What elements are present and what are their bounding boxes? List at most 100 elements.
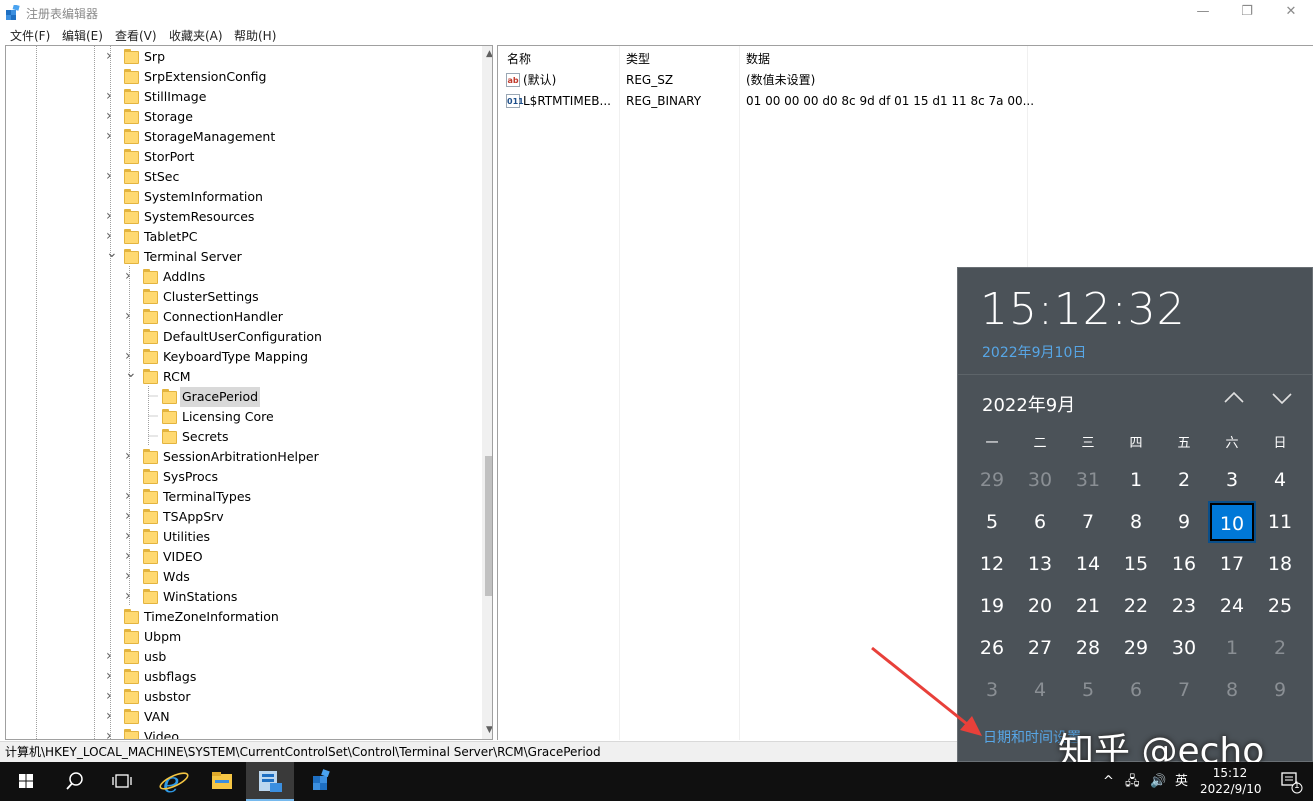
value-row[interactable]: ab (默认) REG_SZ (数值未设置)	[498, 70, 1313, 91]
calendar-day[interactable]: 6	[1114, 671, 1158, 709]
tree-node[interactable]: SrpExtensionConfig	[6, 67, 476, 87]
calendar-day[interactable]: 13	[1018, 545, 1062, 583]
calendar-day[interactable]: 23	[1162, 587, 1206, 625]
calendar-day[interactable]: 19	[970, 587, 1014, 625]
calendar-day[interactable]: 28	[1066, 629, 1110, 667]
calendar-long-date[interactable]: 2022年9月10日	[982, 342, 1086, 362]
calendar-day[interactable]: 2	[1258, 629, 1302, 667]
tree-node[interactable]: › ConnectionHandler	[6, 307, 476, 327]
tray-overflow-chevron-icon[interactable]: ^	[1103, 762, 1114, 801]
tree-node[interactable]: ⌄ RCM	[6, 366, 476, 387]
registry-tree[interactable]: › Srp SrpExtensionConfig › StillImage › Storag…	[5, 45, 493, 740]
tree-node[interactable]: › Wds	[6, 567, 476, 587]
calendar-day[interactable]: 21	[1066, 587, 1110, 625]
tree-node[interactable]: DefaultUserConfiguration	[6, 327, 476, 347]
previous-month-chevron-up-icon[interactable]	[1214, 386, 1254, 416]
tree-node[interactable]: › StillImage	[6, 87, 476, 107]
calendar-day[interactable]: 20	[1018, 587, 1062, 625]
tree-node[interactable]: › Video	[6, 727, 476, 739]
calendar-day[interactable]: 16	[1162, 545, 1206, 583]
calendar-day[interactable]: 31	[1066, 461, 1110, 499]
tree-node[interactable]: › usbflags	[6, 667, 476, 687]
calendar-day[interactable]: 30	[1162, 629, 1206, 667]
tree-node[interactable]: Secrets	[6, 427, 476, 447]
collapsed-chevron-icon[interactable]: ›	[106, 87, 116, 107]
collapsed-chevron-icon[interactable]: ›	[106, 167, 116, 187]
search-icon[interactable]	[50, 762, 98, 801]
column-header-name[interactable]: 名称	[507, 50, 531, 67]
calendar-day[interactable]: 30	[1018, 461, 1062, 499]
value-row[interactable]: 011 L$RTMTIMEB... REG_BINARY 01 00 00 00 d0…	[498, 91, 1313, 112]
collapsed-chevron-icon[interactable]: ›	[106, 647, 116, 667]
calendar-day[interactable]: 24	[1210, 587, 1254, 625]
collapsed-chevron-icon[interactable]: ›	[125, 307, 135, 327]
action-center-icon[interactable]: 1	[1270, 762, 1310, 801]
calendar-day[interactable]: 1	[1210, 629, 1254, 667]
calendar-day[interactable]: 22	[1114, 587, 1158, 625]
regedit-taskbar-icon[interactable]	[246, 762, 294, 801]
tree-node[interactable]: › StorageManagement	[6, 127, 476, 147]
collapsed-chevron-icon[interactable]: ›	[106, 127, 116, 147]
tree-node[interactable]: Ubpm	[6, 627, 476, 647]
column-header-type[interactable]: 类型	[626, 50, 650, 67]
tree-node[interactable]: ClusterSettings	[6, 287, 476, 307]
menu-edit[interactable]: 编辑(E)	[62, 27, 103, 44]
calendar-day[interactable]: 7	[1066, 503, 1110, 541]
menu-help[interactable]: 帮助(H)	[234, 27, 276, 44]
collapsed-chevron-icon[interactable]: ›	[106, 727, 116, 739]
expanded-chevron-icon[interactable]: ⌄	[125, 366, 137, 387]
calendar-day-today[interactable]: 10	[1208, 501, 1256, 543]
tree-node[interactable]: › TabletPC	[6, 227, 476, 247]
tree-node[interactable]: › TSAppSrv	[6, 507, 476, 527]
collapsed-chevron-icon[interactable]: ›	[125, 267, 135, 287]
calendar-day[interactable]: 27	[1018, 629, 1062, 667]
collapsed-chevron-icon[interactable]: ›	[125, 487, 135, 507]
calendar-day[interactable]: 29	[1114, 629, 1158, 667]
calendar-day[interactable]: 18	[1258, 545, 1302, 583]
menu-view[interactable]: 查看(V)	[115, 27, 157, 44]
tree-node[interactable]: › VIDEO	[6, 547, 476, 567]
tree-node[interactable]: Licensing Core	[6, 407, 476, 427]
column-header-data[interactable]: 数据	[746, 50, 770, 67]
tree-node[interactable]: › WinStations	[6, 587, 476, 607]
calendar-day[interactable]: 3	[1210, 461, 1254, 499]
calendar-day[interactable]: 7	[1162, 671, 1206, 709]
tree-node[interactable]: GracePeriod	[6, 387, 476, 407]
start-windows-icon[interactable]	[2, 762, 50, 801]
tree-node[interactable]: › TerminalTypes	[6, 487, 476, 507]
calendar-day[interactable]: 5	[970, 503, 1014, 541]
collapsed-chevron-icon[interactable]: ›	[106, 667, 116, 687]
collapsed-chevron-icon[interactable]: ›	[106, 207, 116, 227]
calendar-day[interactable]: 25	[1258, 587, 1302, 625]
calendar-day[interactable]: 8	[1210, 671, 1254, 709]
tree-node[interactable]: › SessionArbitrationHelper	[6, 447, 476, 467]
calendar-day[interactable]: 9	[1162, 503, 1206, 541]
calendar-day[interactable]: 14	[1066, 545, 1110, 583]
tree-node[interactable]: › Storage	[6, 107, 476, 127]
taskbar-clock[interactable]: 15:12 2022/9/10	[1200, 765, 1262, 797]
collapsed-chevron-icon[interactable]: ›	[125, 527, 135, 547]
calendar-day[interactable]: 11	[1258, 503, 1302, 541]
tree-node[interactable]: › KeyboardType Mapping	[6, 347, 476, 367]
calendar-day[interactable]: 17	[1210, 545, 1254, 583]
ime-indicator[interactable]: 英	[1175, 762, 1188, 801]
tree-node[interactable]: › usbstor	[6, 687, 476, 707]
volume-icon[interactable]: 🔊	[1150, 762, 1166, 801]
tree-node[interactable]: TimeZoneInformation	[6, 607, 476, 627]
tree-node[interactable]: SysProcs	[6, 467, 476, 487]
calendar-month-label[interactable]: 2022年9月	[982, 391, 1075, 417]
collapsed-chevron-icon[interactable]: ›	[125, 347, 135, 367]
title-bar[interactable]: 注册表编辑器 — ❐ ✕	[0, 0, 1313, 26]
collapsed-chevron-icon[interactable]: ›	[106, 107, 116, 127]
calendar-day[interactable]: 5	[1066, 671, 1110, 709]
calendar-day[interactable]: 12	[970, 545, 1014, 583]
collapsed-chevron-icon[interactable]: ›	[125, 567, 135, 587]
tree-vertical-scrollbar[interactable]: ▲ ▼	[482, 46, 492, 739]
internet-explorer-icon[interactable]: e	[150, 762, 198, 801]
calendar-day[interactable]: 4	[1258, 461, 1302, 499]
tree-node[interactable]: ⌄ Terminal Server	[6, 246, 476, 267]
collapsed-chevron-icon[interactable]: ›	[125, 447, 135, 467]
maximize-button[interactable]: ❐	[1224, 0, 1270, 26]
tree-node[interactable]: › Srp	[6, 47, 476, 67]
tree-node[interactable]: › AddIns	[6, 267, 476, 287]
